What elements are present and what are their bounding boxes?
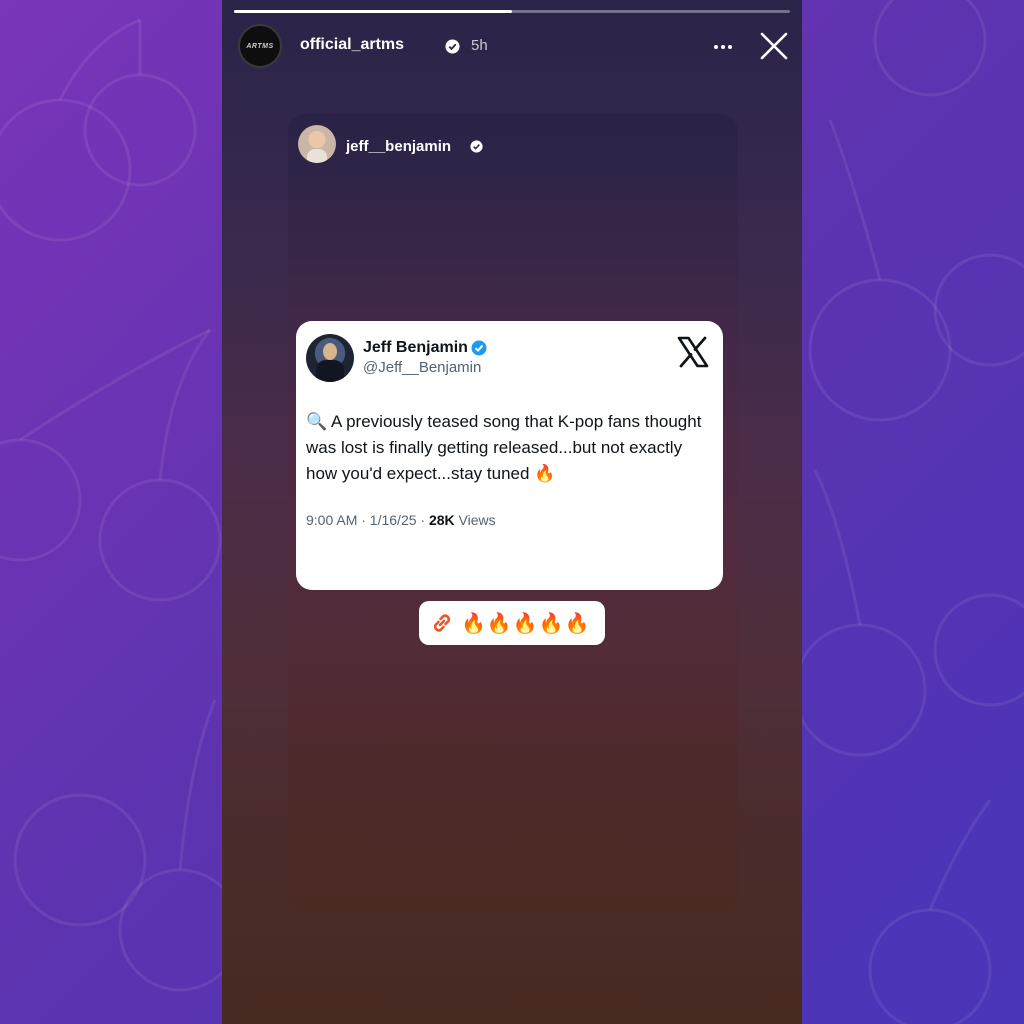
shared-post-username[interactable]: jeff__benjamin <box>346 138 451 155</box>
account-avatar[interactable]: ARTMS <box>238 24 282 68</box>
shared-post-avatar[interactable] <box>298 125 336 163</box>
more-icon[interactable] <box>708 32 738 62</box>
post-time: 5h <box>471 37 488 54</box>
magnifier-icon: 🔍 <box>306 412 328 431</box>
story-progress-fill <box>234 10 512 13</box>
link-sticker-text: 🔥🔥🔥🔥🔥 <box>461 612 591 635</box>
tweet-meta: 9:00 AM · 1/16/25 · 28K Views <box>306 512 496 528</box>
tweet-views-count: 28K <box>428 512 455 528</box>
tweet-author-handle: @Jeff__Benjamin <box>363 359 482 376</box>
verified-icon <box>471 340 487 356</box>
story-viewer[interactable]: ARTMS official_artms 5h jeff__benjamin J… <box>222 0 802 1024</box>
verified-icon <box>445 39 460 54</box>
avatar-logo-text: ARTMS <box>246 42 274 50</box>
link-icon <box>433 614 451 632</box>
tweet-text: 🔍 A previously teased song that K-pop fa… <box>306 409 711 487</box>
tweet-author-name: Jeff Benjamin <box>363 339 468 356</box>
account-username[interactable]: official_artms <box>300 36 404 54</box>
tweet-body: A previously teased song that K-pop fans… <box>306 412 702 483</box>
story-header: ARTMS official_artms 5h <box>238 22 788 72</box>
tweet-author-avatar <box>306 334 354 382</box>
verified-icon <box>470 140 483 153</box>
x-logo-icon <box>677 336 709 368</box>
link-sticker[interactable]: 🔥🔥🔥🔥🔥 <box>419 601 605 645</box>
tweet-card[interactable]: Jeff Benjamin @Jeff__Benjamin 🔍 A previo… <box>296 321 723 590</box>
tweet-timestamp: 9:00 AM · 1/16/25 · <box>306 512 429 528</box>
tweet-views-label: Views <box>454 512 496 528</box>
story-progress-bar <box>234 10 790 13</box>
close-icon[interactable] <box>756 28 792 64</box>
